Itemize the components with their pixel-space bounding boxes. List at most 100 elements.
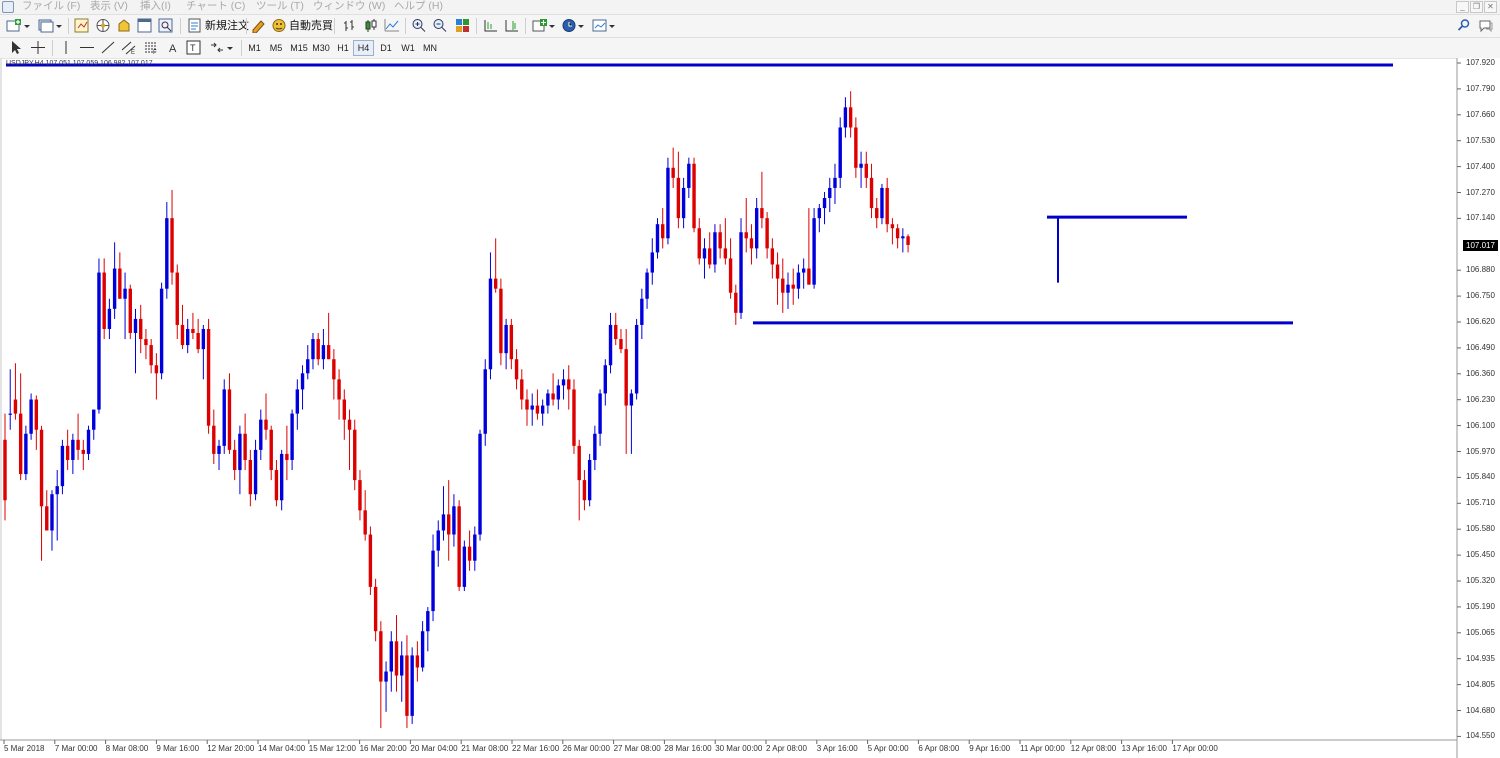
- tile-windows-icon[interactable]: [455, 18, 471, 33]
- candle-body: [807, 268, 811, 285]
- candle-body: [587, 459, 592, 501]
- metaeditor-icon[interactable]: [251, 18, 267, 33]
- price-tick-label: 107.270: [1466, 187, 1495, 197]
- candle-body: [608, 324, 613, 366]
- timeframe-mn[interactable]: MN: [419, 40, 441, 56]
- zoom-out-icon[interactable]: [432, 18, 448, 33]
- menu-tools[interactable]: ツール (T): [256, 0, 304, 14]
- chat-icon[interactable]: [1478, 18, 1494, 33]
- candle-body: [332, 359, 336, 380]
- candle-body: [39, 429, 44, 507]
- timeframe-d1[interactable]: D1: [376, 40, 396, 56]
- price-tick-label: 107.660: [1466, 109, 1495, 119]
- navigator-icon[interactable]: [95, 18, 111, 33]
- price-tick-label: 107.530: [1466, 135, 1495, 145]
- arrows-icon[interactable]: [209, 40, 225, 55]
- candle-body: [551, 393, 555, 400]
- menu-insert[interactable]: 挿入(I): [140, 0, 171, 14]
- menu-chart[interactable]: チャート (C): [186, 0, 245, 14]
- candle-body: [321, 345, 326, 360]
- app-icon: [2, 1, 14, 13]
- candle-body: [681, 187, 686, 219]
- timeframe-h1[interactable]: H1: [334, 40, 352, 56]
- zoom-in-icon[interactable]: [411, 18, 427, 33]
- dropdown-arrow-icon[interactable]: [608, 18, 616, 33]
- dropdown-arrow-icon[interactable]: [23, 18, 31, 33]
- market-watch-icon[interactable]: [74, 18, 90, 33]
- menu-view[interactable]: 表示 (V): [90, 0, 128, 14]
- timeframe-m5[interactable]: M5: [266, 40, 286, 56]
- cursor-icon[interactable]: [8, 40, 24, 55]
- candle-body: [410, 655, 414, 716]
- dropdown-arrow-icon[interactable]: [548, 18, 556, 33]
- minimize-icon[interactable]: _: [1456, 1, 1469, 13]
- candle-body: [112, 268, 117, 309]
- close-icon[interactable]: ✕: [1484, 1, 1497, 13]
- candle-body: [796, 272, 801, 289]
- timeframe-m1[interactable]: M1: [245, 40, 264, 56]
- crosshair-icon[interactable]: [30, 40, 46, 55]
- indicators-icon[interactable]: [532, 18, 548, 33]
- candle-body: [708, 248, 712, 265]
- candle-body: [180, 324, 185, 346]
- auto-trading-button[interactable]: 自動売買: [289, 19, 333, 33]
- text-icon[interactable]: A: [166, 40, 182, 55]
- time-tick-label: 13 Apr 16:00: [1121, 744, 1167, 753]
- new-order-icon[interactable]: [187, 18, 203, 33]
- candle-body: [462, 546, 467, 587]
- candle-body: [478, 433, 482, 535]
- candle-body: [347, 419, 352, 430]
- price-tick-label: 104.935: [1466, 653, 1495, 663]
- text-label-icon[interactable]: T: [186, 40, 202, 55]
- channel-icon[interactable]: E: [121, 40, 137, 55]
- candle-body: [149, 345, 153, 366]
- templates-icon[interactable]: [592, 18, 608, 33]
- trendline-icon[interactable]: [100, 40, 116, 55]
- chart-window[interactable]: USDJPY,H4 107.051 107.059 106.982 107.01…: [0, 58, 1500, 758]
- dropdown-arrow-icon[interactable]: [55, 18, 63, 33]
- candle-body: [415, 655, 420, 668]
- profiles-icon[interactable]: [38, 18, 54, 33]
- dropdown-arrow-icon[interactable]: [226, 40, 234, 55]
- fibonacci-icon[interactable]: F: [143, 40, 159, 55]
- menu-help[interactable]: ヘルプ (H): [394, 0, 443, 14]
- timeframe-m30[interactable]: M30: [310, 40, 332, 56]
- search-icon[interactable]: [1456, 18, 1472, 33]
- candle-body: [775, 264, 780, 279]
- auto-trading-icon[interactable]: [271, 18, 287, 33]
- candle-body: [869, 177, 874, 209]
- candle-body: [373, 586, 378, 632]
- menu-window[interactable]: ウィンドウ (W): [313, 0, 385, 14]
- candle-body: [901, 236, 905, 239]
- candle-body: [243, 433, 247, 460]
- timeframe-m15[interactable]: M15: [288, 40, 310, 56]
- time-tick-label: 14 Mar 04:00: [258, 744, 306, 753]
- restore-icon[interactable]: ❐: [1470, 1, 1483, 13]
- dropdown-arrow-icon[interactable]: [577, 18, 585, 33]
- candle-body: [441, 514, 446, 531]
- candle-body: [603, 365, 607, 394]
- terminal-icon[interactable]: [137, 18, 153, 33]
- line-chart-icon[interactable]: [384, 18, 400, 33]
- price-tick-label: 107.140: [1466, 213, 1495, 223]
- menu-file[interactable]: ファイル (F): [22, 0, 80, 14]
- data-window-icon[interactable]: [116, 18, 132, 33]
- new-order-button[interactable]: 新規注文: [205, 19, 249, 33]
- horizontal-line-icon[interactable]: [79, 40, 95, 55]
- bar-chart-icon[interactable]: [342, 18, 358, 33]
- chart-shift-icon[interactable]: [483, 18, 499, 33]
- timeframe-h4[interactable]: H4: [353, 40, 374, 56]
- candlestick-icon[interactable]: [363, 18, 379, 33]
- periods-clock-icon[interactable]: [561, 18, 577, 33]
- auto-scroll-icon[interactable]: [504, 18, 520, 33]
- vertical-line-icon[interactable]: [58, 40, 74, 55]
- time-tick-label: 6 Apr 08:00: [918, 744, 960, 753]
- candle-body: [770, 248, 775, 265]
- tester-icon[interactable]: [158, 18, 174, 33]
- time-tick-label: 5 Mar 2018: [4, 744, 45, 753]
- candle-body: [133, 318, 138, 334]
- price-chart[interactable]: [0, 58, 1500, 758]
- timeframe-w1[interactable]: W1: [398, 40, 418, 56]
- candle-body: [326, 345, 331, 360]
- new-chart-icon[interactable]: [6, 18, 22, 33]
